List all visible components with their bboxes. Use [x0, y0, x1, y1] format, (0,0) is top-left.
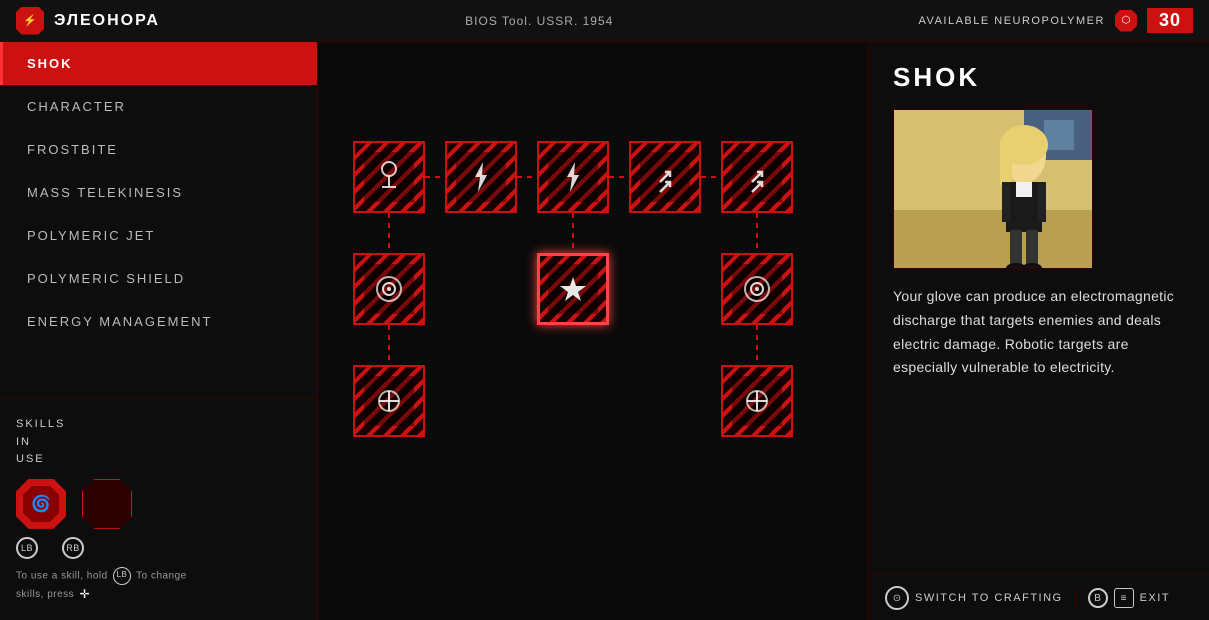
skill-node-inner-n10: [732, 376, 782, 426]
switch-crafting-icon: ⊙: [885, 586, 909, 610]
node-icon-svg-n7: [553, 269, 593, 309]
sidebar: SHOKCHARACTERFROSTBITEMASS TELEKINESISPO…: [0, 42, 318, 620]
logo-icon: ⚡: [16, 7, 44, 35]
main-layout: SHOKCHARACTERFROSTBITEMASS TELEKINESISPO…: [0, 42, 1209, 620]
skill-node-n7[interactable]: [537, 253, 609, 325]
top-bar-right: AVAILABLE NEUROPOLYMER ⬡ 30: [919, 8, 1193, 33]
center-title: BIOS Tool. USSR. 1954: [465, 14, 613, 28]
skill-tree-panel: [318, 42, 869, 620]
skill-node-n3[interactable]: [537, 141, 609, 213]
right-panel-footer: ⊙ SWITCH TO CRAFTING B ≡ EXIT: [869, 575, 1209, 620]
sidebar-item-energy-management[interactable]: ENERGY MANAGEMENT: [0, 300, 317, 343]
right-panel-content: SHOK: [869, 42, 1209, 575]
skill-slot-2[interactable]: [82, 479, 132, 529]
node-icon-svg-n6: [369, 269, 409, 309]
skill-slot-1[interactable]: 🌀: [16, 479, 66, 529]
sidebar-bottom: SKILLSINUSE 🌀 LB RB: [0, 399, 317, 620]
exit-label: EXIT: [1140, 592, 1170, 604]
skill-node-inner-n2: [456, 152, 506, 202]
sidebar-item-polymeric-shield[interactable]: POLYMERIC SHIELD: [0, 257, 317, 300]
skill-description: Your glove can produce an electromagneti…: [893, 285, 1185, 380]
lb-btn: LB: [16, 537, 38, 559]
node-icon-svg-n1: [369, 157, 409, 197]
skill-node-n8[interactable]: [721, 253, 793, 325]
skill-detail-title: SHOK: [893, 62, 1185, 93]
lb-badge: LB: [16, 537, 38, 559]
skill-hex-inner: 🌀: [23, 486, 59, 522]
node-icon-svg-n5: [737, 157, 777, 197]
rb-badge: RB: [62, 537, 84, 559]
node-icon-svg-n9: [369, 381, 409, 421]
sidebar-item-mass-telekinesis[interactable]: MASS TELEKINESIS: [0, 171, 317, 214]
skill-node-n9[interactable]: [353, 365, 425, 437]
character-svg: [894, 110, 1093, 269]
hint-lb-icon: LB: [113, 567, 131, 585]
skill-image: [893, 109, 1093, 269]
skill-node-n2[interactable]: [445, 141, 517, 213]
top-bar-left: ⚡ ЭЛЕОНОРА: [16, 7, 160, 35]
exit-button[interactable]: B ≡ EXIT: [1088, 588, 1170, 608]
right-panel: SHOK: [869, 42, 1209, 620]
sidebar-menu: SHOKCHARACTERFROSTBITEMASS TELEKINESISPO…: [0, 42, 317, 399]
skill-node-n6[interactable]: [353, 253, 425, 325]
sidebar-item-character[interactable]: CHARACTER: [0, 85, 317, 128]
skill-node-inner-n3: [548, 152, 598, 202]
neuropolymer-icon: ⬡: [1115, 10, 1137, 32]
node-icon-svg-n10: [737, 381, 777, 421]
node-icon-svg-n2: [461, 157, 501, 197]
switch-crafting-label: SWITCH TO CRAFTING: [915, 592, 1063, 604]
hint-cross-icon: ✛: [79, 585, 90, 604]
node-icon-svg-n8: [737, 269, 777, 309]
skill-node-inner-n6: [364, 264, 414, 314]
rb-btn: RB: [62, 537, 84, 559]
sidebar-item-frostbite[interactable]: FROSTBITE: [0, 128, 317, 171]
exit-menu-icon: ≡: [1114, 588, 1134, 608]
skill-node-inner-n4: [640, 152, 690, 202]
hint-text: To use a skill, hold LB To change skills…: [16, 567, 301, 604]
skill-node-n4[interactable]: [629, 141, 701, 213]
top-bar: ⚡ ЭЛЕОНОРА BIOS Tool. USSR. 1954 AVAILAB…: [0, 0, 1209, 42]
node-icon-svg-n3: [553, 157, 593, 197]
skills-in-use-label: SKILLSINUSE: [16, 416, 301, 469]
switch-to-crafting-button[interactable]: ⊙ SWITCH TO CRAFTING: [885, 586, 1063, 610]
skill-node-inner-n1: [364, 152, 414, 202]
lb-rb-icons: LB RB: [16, 537, 301, 559]
skill-node-n1[interactable]: [353, 141, 425, 213]
footer-separator: [1075, 588, 1076, 608]
skill-grid: [353, 141, 833, 521]
skill-tree-canvas: [318, 42, 868, 620]
sidebar-item-shok[interactable]: SHOK: [0, 42, 317, 85]
skill-icon: 🌀: [31, 494, 51, 514]
node-icon-svg-n4: [645, 157, 685, 197]
lb-rb-wrapper: [82, 479, 132, 529]
sidebar-item-polymeric-jet[interactable]: POLYMERIC JET: [0, 214, 317, 257]
neuropolymer-label: AVAILABLE NEUROPOLYMER: [919, 15, 1105, 27]
b-button-icon: B: [1088, 588, 1108, 608]
skills-icons-row: 🌀: [16, 479, 301, 529]
neuropolymer-count: 30: [1147, 8, 1193, 33]
skill-node-inner-n8: [732, 264, 782, 314]
skill-node-inner-n7: [548, 264, 598, 314]
character-name: ЭЛЕОНОРА: [54, 12, 160, 30]
skill-node-inner-n9: [364, 376, 414, 426]
skill-node-n10[interactable]: [721, 365, 793, 437]
skill-node-n5[interactable]: [721, 141, 793, 213]
skill-node-inner-n5: [732, 152, 782, 202]
